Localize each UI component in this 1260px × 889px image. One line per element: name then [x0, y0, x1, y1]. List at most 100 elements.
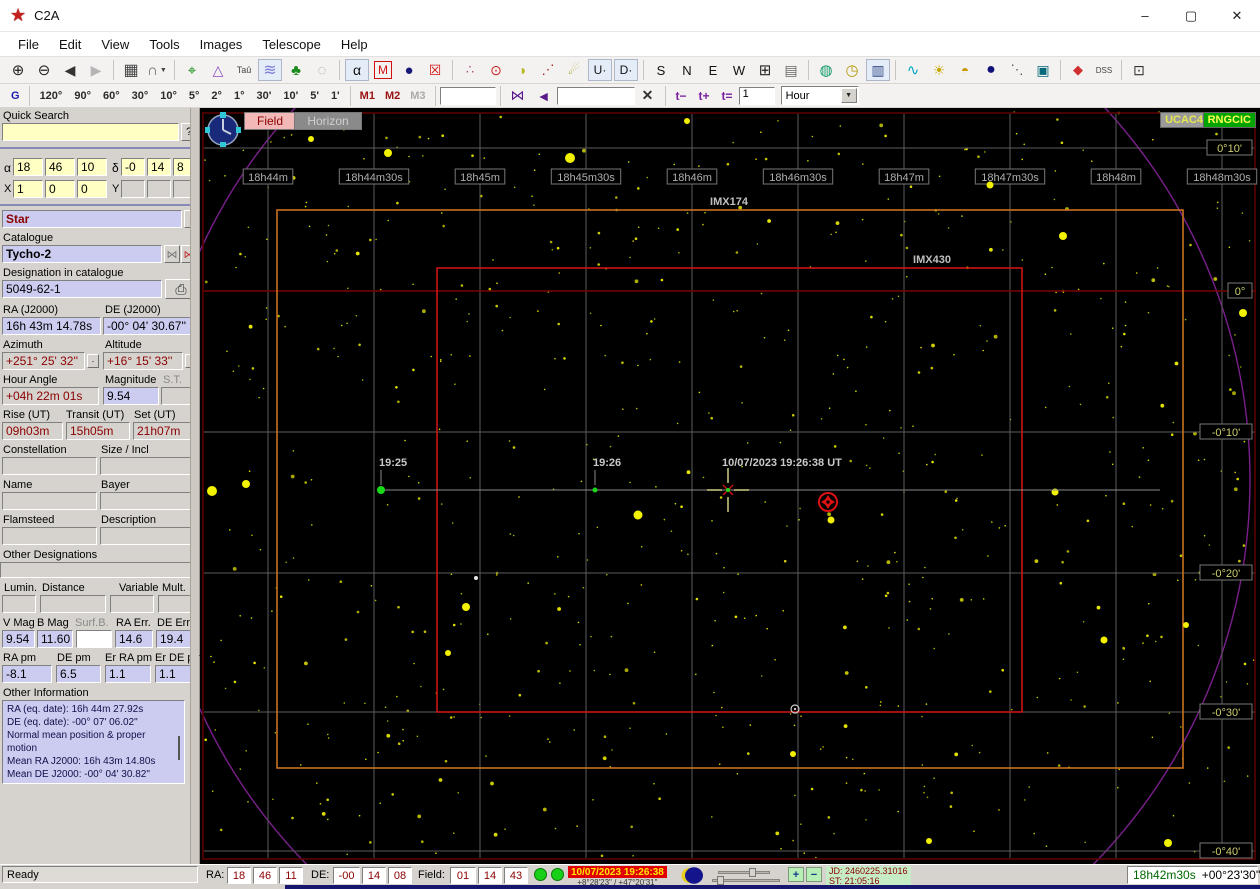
menu-telescope[interactable]: Telescope — [252, 34, 331, 55]
info-scrollbar[interactable] — [178, 736, 180, 760]
wave-icon[interactable]: ∿ — [901, 59, 925, 81]
sun-icon[interactable]: ☀ — [927, 59, 951, 81]
alpha-m-input[interactable]: 46 — [45, 158, 75, 176]
menu-view[interactable]: View — [91, 34, 139, 55]
sky-chart[interactable]: IMX174 IMX430 18h44m 18h44m30s 18h45m 18h45m3… — [149, 0, 1260, 889]
catalog-badge-ucac4[interactable]: UCAC4 — [1160, 112, 1208, 128]
uranus-icon[interactable]: U· — [588, 59, 612, 81]
marker-button-m1[interactable]: M1 — [355, 88, 380, 104]
forward-icon[interactable]: ▶ — [84, 59, 108, 81]
time-minus-button[interactable]: t− — [670, 87, 693, 105]
zoom-slider[interactable] — [712, 876, 780, 885]
fov-button-1deg[interactable]: 1° — [228, 88, 251, 104]
dome-icon[interactable]: ∩ ▼ — [145, 59, 169, 81]
azimuth-options-button[interactable]: · — [87, 354, 99, 368]
star-clusters-icon[interactable]: ∴ — [458, 59, 482, 81]
fov-button-5deg[interactable]: 5° — [183, 88, 206, 104]
milky-way-icon[interactable]: ≋ — [258, 59, 282, 81]
chart-tab-horizon[interactable]: Horizon — [294, 112, 362, 130]
sky-chart-canvas[interactable]: IMX174 IMX430 18h44m 18h44m30s 18h45m 18h45m3… — [149, 0, 1260, 889]
time-now-button[interactable]: t= — [716, 87, 739, 105]
time-step-input[interactable]: 1 — [738, 86, 775, 105]
marker-button-m2[interactable]: M2 — [380, 88, 405, 104]
alpha-s-input[interactable]: 10 — [77, 158, 107, 176]
fov-button-120deg[interactable]: 120° — [34, 88, 69, 104]
time-unit-select[interactable]: Hour ▼ — [780, 86, 859, 105]
center-object-icon[interactable]: ⌖ — [180, 59, 204, 81]
time-clock-icon[interactable]: ◷ — [840, 59, 864, 81]
menu-edit[interactable]: Edit — [49, 34, 91, 55]
fov-button-10min[interactable]: 10' — [277, 88, 304, 104]
quick-search-input[interactable] — [2, 123, 179, 141]
ccd-frame-icon[interactable]: ◆ — [1066, 59, 1090, 81]
ecliptic-icon[interactable]: ◌ — [310, 59, 334, 81]
east-icon[interactable]: E — [701, 59, 725, 81]
flip-vertical-icon[interactable]: ◄ — [532, 85, 556, 107]
zoom-in-icon[interactable]: ⊕ — [6, 59, 30, 81]
constellation-names-icon[interactable]: Taû — [232, 59, 256, 81]
zoom-plus-button[interactable]: + — [788, 867, 804, 882]
dwarf-planets-icon[interactable]: D· — [614, 59, 638, 81]
time-plus-button[interactable]: t+ — [693, 87, 716, 105]
delta-d-input[interactable]: -0 — [121, 158, 145, 176]
minimize-button[interactable]: – — [1122, 0, 1168, 32]
night-icon[interactable]: ● — [979, 59, 1003, 81]
comets-icon[interactable]: ☄ — [562, 59, 586, 81]
clock-widget[interactable] — [204, 110, 242, 148]
satellites-icon[interactable]: ⋱ — [1005, 59, 1029, 81]
zoom-minus-button[interactable]: − — [806, 867, 822, 882]
earth-map-icon[interactable]: ◍ — [814, 59, 838, 81]
fov-button-5min[interactable]: 5' — [304, 88, 325, 104]
close-button[interactable]: ✕ — [1214, 0, 1260, 32]
catalog-frames-icon[interactable]: ☒ — [423, 59, 447, 81]
menu-tools[interactable]: Tools — [139, 34, 189, 55]
dss-image-icon[interactable]: DSS — [1092, 59, 1116, 81]
chart-tab-field[interactable]: Field — [244, 112, 296, 130]
greek-letters-icon[interactable]: α — [345, 59, 369, 81]
time-slider-thumb[interactable] — [749, 868, 756, 877]
asteroids-icon[interactable]: ⋰ — [536, 59, 560, 81]
fov-button-60deg[interactable]: 60° — [97, 88, 126, 104]
twilight-icon[interactable]: ◓ — [953, 59, 977, 81]
observation-panel-icon[interactable]: ▥ — [866, 59, 890, 81]
flip-horizontal-icon[interactable]: ⋈ — [506, 85, 530, 107]
catalog-badge-rngcic[interactable]: RNGCIC — [1202, 112, 1256, 128]
prev-object-button[interactable]: ⋈ — [164, 245, 180, 263]
west-icon[interactable]: W — [727, 59, 751, 81]
marker-button-m3[interactable]: M3 — [405, 88, 430, 104]
fov-button-2deg[interactable]: 2° — [205, 88, 228, 104]
grid-icon[interactable]: ▦ — [119, 59, 143, 81]
constellation-lines-icon[interactable]: △ — [206, 59, 230, 81]
fov-button-1min[interactable]: 1' — [325, 88, 346, 104]
landscape-icon[interactable]: ♣ — [284, 59, 308, 81]
camera-icon[interactable]: ▣ — [1031, 59, 1055, 81]
guide-toggle-button[interactable]: G — [6, 88, 25, 104]
fov-button-10deg[interactable]: 10° — [154, 88, 183, 104]
horizon-fill-icon[interactable]: ▤ — [779, 59, 803, 81]
dropdown-arrow-icon[interactable]: ▼ — [840, 88, 857, 103]
fov-button-30min[interactable]: 30' — [250, 88, 277, 104]
alpha-h-input[interactable]: 18 — [13, 158, 43, 176]
fov-button-30deg[interactable]: 30° — [126, 88, 155, 104]
zoom-out-icon[interactable]: ⊖ — [32, 59, 56, 81]
x2-input[interactable]: 0 — [45, 180, 75, 198]
telescope-control-icon[interactable]: ⊡ — [1127, 59, 1151, 81]
maximize-button[interactable]: ▢ — [1168, 0, 1214, 32]
fov-button-90deg[interactable]: 90° — [68, 88, 97, 104]
menu-help[interactable]: Help — [331, 34, 378, 55]
clear-search-icon[interactable]: ✕ — [636, 85, 660, 107]
moon-phase-icon[interactable]: ◑ — [510, 59, 534, 81]
north-icon[interactable]: N — [675, 59, 699, 81]
dropdown-arrow-icon[interactable]: ▼ — [160, 67, 167, 74]
zoom-slider-thumb[interactable] — [717, 876, 724, 885]
sidebar-scrollbar[interactable] — [190, 108, 199, 864]
search-field-input[interactable] — [556, 86, 635, 105]
back-icon[interactable]: ◀ — [58, 59, 82, 81]
x1-input[interactable]: 1 — [13, 180, 43, 198]
deep-sky-icon[interactable]: ● — [397, 59, 421, 81]
x3-input[interactable]: 0 — [77, 180, 107, 198]
menu-images[interactable]: Images — [190, 34, 253, 55]
delta-m-input[interactable]: 14 — [147, 158, 171, 176]
object-name-input[interactable] — [439, 86, 496, 105]
nebulae-icon[interactable]: ⊙ — [484, 59, 508, 81]
